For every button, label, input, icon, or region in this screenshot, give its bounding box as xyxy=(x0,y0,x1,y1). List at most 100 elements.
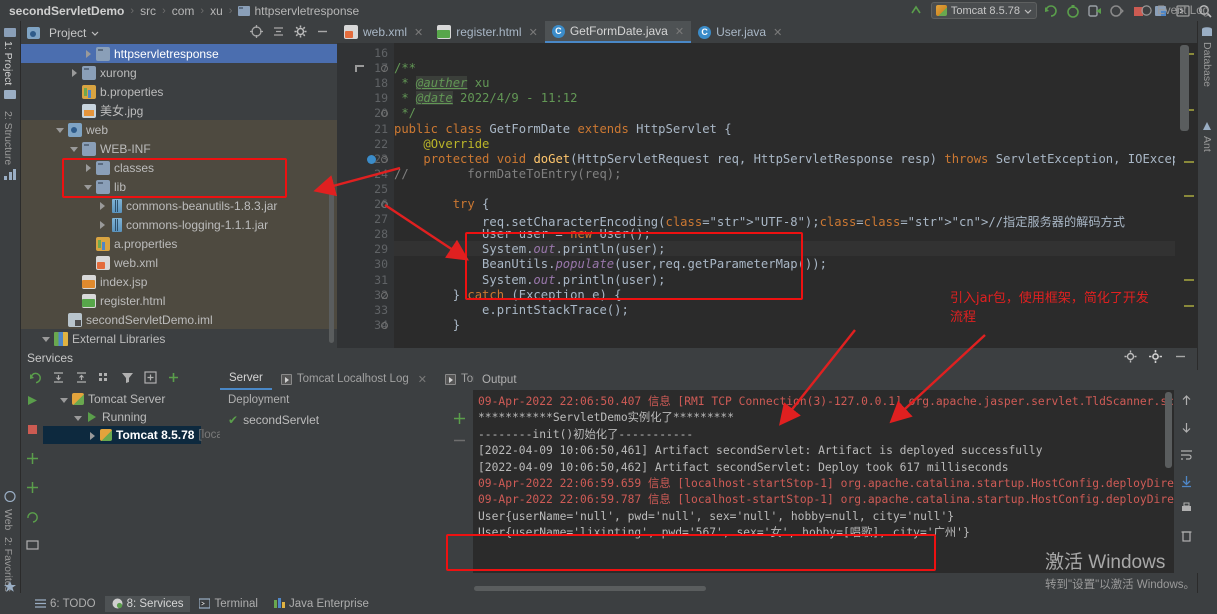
editor-tabs[interactable]: web.xml ✕ register.html ✕ C GetFormDate.java ✕… xyxy=(337,21,1197,43)
project-scrollbar[interactable] xyxy=(329,193,334,343)
fold-indicator[interactable] xyxy=(381,201,388,208)
tree-row[interactable]: register.html xyxy=(21,291,337,310)
trash-icon[interactable] xyxy=(1180,529,1193,545)
locate-icon[interactable] xyxy=(250,24,263,41)
hide-icon[interactable] xyxy=(1174,350,1187,366)
undeploy-action-icon[interactable] xyxy=(453,434,466,450)
close-icon[interactable]: ✕ xyxy=(773,26,782,39)
star-icon[interactable] xyxy=(4,581,17,592)
tree-row[interactable]: 美女.jpg xyxy=(21,101,337,120)
chevron-right-icon[interactable] xyxy=(83,48,94,59)
chevron-down-icon[interactable] xyxy=(59,394,70,405)
close-icon[interactable]: ✕ xyxy=(675,25,684,38)
editor-scrollbar[interactable] xyxy=(1175,43,1197,348)
status-button-java-enterprise[interactable]: Java Enterprise xyxy=(267,596,376,612)
expand-all-icon[interactable] xyxy=(52,371,65,387)
editor-tab-GetFormDate-java[interactable]: C GetFormDate.java ✕ xyxy=(544,21,692,43)
build-icon[interactable] xyxy=(1043,3,1059,19)
redeploy-icon[interactable] xyxy=(26,452,39,468)
deployment-row[interactable]: ✔ secondServlet xyxy=(220,410,473,430)
breadcrumb-item-1[interactable]: src xyxy=(138,4,158,18)
tree-row[interactable]: classes xyxy=(21,158,337,177)
database-icon[interactable] xyxy=(1201,27,1214,38)
tree-row[interactable]: b.properties xyxy=(21,82,337,101)
web-icon[interactable] xyxy=(4,490,17,503)
tree-row[interactable]: index.jsp xyxy=(21,272,337,291)
breadcrumb-item-2[interactable]: com xyxy=(170,4,197,18)
ant-icon[interactable] xyxy=(1201,121,1214,132)
soft-wrap-icon[interactable] xyxy=(1180,448,1193,464)
folder-icon[interactable] xyxy=(4,89,17,100)
status-button-8-services[interactable]: 8: Services xyxy=(104,595,191,612)
collapse-all-icon[interactable] xyxy=(75,371,88,387)
tree-row[interactable]: a.properties xyxy=(21,234,337,253)
code-area[interactable]: /** * @auther xu * @date 2022/4/9 - 11:1… xyxy=(394,43,1197,348)
stop-service-icon[interactable] xyxy=(26,423,39,439)
chevron-down-icon[interactable] xyxy=(83,181,94,192)
chevron-down-icon[interactable] xyxy=(91,29,99,37)
service-tree-row[interactable]: Tomcat 8.5.78 [loca xyxy=(43,426,223,444)
status-button-terminal[interactable]: Terminal xyxy=(192,596,264,612)
deployment-list[interactable]: ✔ secondServlet xyxy=(220,410,473,430)
close-icon[interactable]: ✕ xyxy=(418,373,427,386)
event-log-button[interactable]: Event Log xyxy=(1141,0,1209,21)
chevron-down-icon[interactable] xyxy=(41,333,52,344)
status-button-6-todo[interactable]: 6: TODO xyxy=(28,596,103,612)
console-output[interactable]: 09-Apr-2022 22:06:50.407 信息 [RMI TCP Con… xyxy=(474,390,1174,573)
rerun-icon[interactable] xyxy=(29,371,42,387)
service-tree-row[interactable]: Tomcat Server xyxy=(43,390,201,408)
left-tab-project[interactable]: 1: Project xyxy=(2,41,14,85)
editor-tab-User-java[interactable]: C User.java ✕ xyxy=(691,21,789,43)
left-tab-structure[interactable]: 2: Structure xyxy=(2,111,14,165)
project-tool-icon[interactable] xyxy=(4,27,17,38)
run-with-coverage-icon[interactable] xyxy=(1109,3,1125,19)
right-tab-database[interactable]: Database xyxy=(1201,42,1213,87)
hide-icon[interactable] xyxy=(316,25,329,41)
javadoc-fold-icon[interactable] xyxy=(355,65,364,73)
code-editor[interactable]: 16 17 18 19 20 21 22 23 24 25 26 27 28 29 30 31 32 33 34 /… xyxy=(337,43,1197,348)
structure-icon[interactable] xyxy=(4,169,17,180)
close-icon[interactable]: ✕ xyxy=(529,26,538,39)
chevron-down-icon[interactable] xyxy=(73,412,84,423)
override-method-icon[interactable] xyxy=(367,154,376,164)
chevron-right-icon[interactable] xyxy=(87,430,98,441)
horizontal-scrollbar[interactable] xyxy=(474,586,706,591)
add-icon[interactable] xyxy=(167,371,180,387)
services-vertical-toolbar[interactable] xyxy=(21,390,43,573)
settings-icon[interactable] xyxy=(1149,350,1162,366)
editor-tab-web-xml[interactable]: web.xml ✕ xyxy=(337,21,430,43)
run-configuration-selector[interactable]: Tomcat 8.5.78 xyxy=(930,2,1037,19)
service-tree-row[interactable]: Running xyxy=(43,408,201,426)
breadcrumb-item-4[interactable]: httpservletresponse xyxy=(236,4,361,18)
services-tree[interactable]: Tomcat Server Running Tomcat 8.5.78 [loca xyxy=(43,390,223,573)
run-service-icon[interactable] xyxy=(26,394,39,410)
collapse-all-icon[interactable] xyxy=(272,25,285,41)
editor-gutter[interactable]: 16 17 18 19 20 21 22 23 24 25 26 27 28 29 30 31 32 33 34 xyxy=(337,43,394,348)
editor-tab-register-html[interactable]: register.html ✕ xyxy=(430,21,545,43)
deploy-action-icon[interactable] xyxy=(453,412,466,428)
chevron-right-icon[interactable] xyxy=(69,67,80,78)
services-toolbar[interactable] xyxy=(21,368,201,390)
chevron-right-icon[interactable] xyxy=(83,162,94,173)
browser-icon[interactable] xyxy=(26,510,39,526)
tree-row[interactable]: web.xml xyxy=(21,253,337,272)
scroll-to-end-icon[interactable] xyxy=(1180,475,1193,491)
services-tab-server[interactable]: Server xyxy=(220,368,272,390)
scroll-up-icon[interactable] xyxy=(1180,394,1193,410)
tree-row[interactable]: WEB-INF xyxy=(21,139,337,158)
restart-icon[interactable] xyxy=(26,481,39,497)
tree-row[interactable]: httpservletresponse xyxy=(21,44,337,63)
grid-icon[interactable] xyxy=(25,539,39,555)
right-tab-ant[interactable]: Ant xyxy=(1201,136,1213,152)
gear-icon[interactable] xyxy=(294,25,307,41)
breadcrumb-item-0[interactable]: secondServletDemo xyxy=(7,4,126,18)
chevron-down-icon[interactable] xyxy=(69,143,80,154)
chevron-right-icon[interactable] xyxy=(97,200,108,211)
services-tab-tomcat-localhost-log[interactable]: Tomcat Localhost Log ✕ xyxy=(272,368,436,390)
chevron-right-icon[interactable] xyxy=(97,219,108,230)
close-icon[interactable]: ✕ xyxy=(414,26,423,39)
add-tab-icon[interactable] xyxy=(144,371,157,387)
scroll-down-icon[interactable] xyxy=(1180,421,1193,437)
print-icon[interactable] xyxy=(1180,502,1193,518)
run-icon[interactable] xyxy=(1065,3,1081,19)
